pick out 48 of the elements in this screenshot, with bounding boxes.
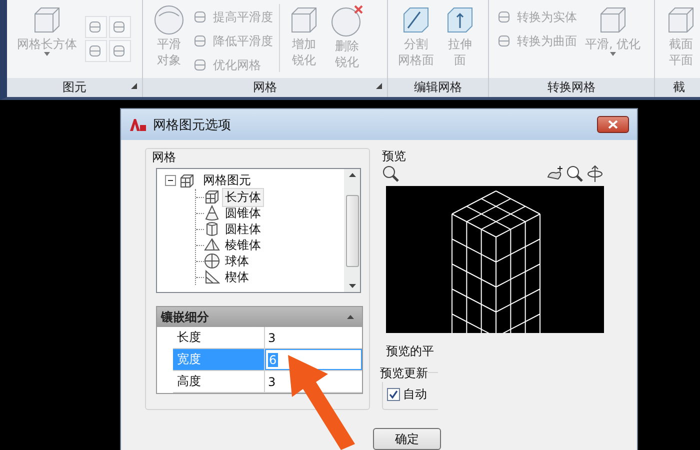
launcher-arrow-icon[interactable] bbox=[376, 83, 382, 89]
checkbox[interactable] bbox=[387, 388, 400, 401]
panel-title-text: 转换网格 bbox=[548, 79, 596, 96]
dropdown-caret-icon bbox=[44, 52, 50, 56]
tree-item[interactable]: 长方体 bbox=[222, 188, 264, 206]
section-title: 镶嵌细分 bbox=[161, 308, 209, 326]
cylinder-icon bbox=[204, 221, 220, 237]
checkbox-label: 自动 bbox=[403, 386, 427, 403]
section-header[interactable]: 镶嵌细分 bbox=[157, 307, 362, 327]
app-logo-icon bbox=[129, 118, 147, 132]
preview-viewport[interactable] bbox=[386, 186, 604, 333]
close-icon bbox=[608, 120, 618, 129]
pyramid-icon bbox=[204, 237, 220, 253]
zoom-extents-icon[interactable] bbox=[382, 165, 400, 183]
cone-icon bbox=[204, 205, 220, 221]
tree-item[interactable]: 棱锥体 bbox=[222, 236, 264, 254]
value-field[interactable]: 3 bbox=[265, 327, 362, 348]
sphere-icon bbox=[153, 4, 185, 36]
preview-label: 预览 bbox=[382, 148, 406, 165]
cube-icon bbox=[204, 189, 220, 205]
collapse-arrow-icon[interactable] bbox=[347, 315, 354, 319]
panel-title-text: 网格 bbox=[253, 79, 277, 96]
ok-button[interactable]: 确定 bbox=[373, 428, 441, 450]
value-field[interactable]: 3 bbox=[265, 371, 362, 392]
dropdown-caret-icon bbox=[610, 52, 616, 56]
scrollbar[interactable] bbox=[344, 169, 360, 292]
wedge-icon bbox=[204, 269, 220, 285]
cube-icon bbox=[179, 172, 195, 188]
scroll-up-icon[interactable] bbox=[348, 173, 356, 177]
tree-item[interactable]: 球体 bbox=[222, 252, 252, 270]
tree-item[interactable]: 楔体 bbox=[222, 268, 252, 286]
launcher-arrow-icon[interactable] bbox=[131, 83, 137, 89]
close-button[interactable] bbox=[597, 116, 629, 133]
tree-item[interactable]: 圆锥体 bbox=[222, 204, 264, 222]
preview-caption: 预览的平 bbox=[386, 343, 435, 360]
group-label: 预览更新 bbox=[380, 365, 428, 382]
tree-item[interactable]: 网格图元 bbox=[200, 171, 254, 190]
zoom-icon[interactable] bbox=[566, 165, 584, 183]
tree-item[interactable]: 圆柱体 bbox=[222, 220, 264, 238]
scroll-down-icon[interactable] bbox=[348, 284, 356, 288]
dialog-title: 网格图元选项 bbox=[153, 116, 232, 134]
panel-title-text: 截 bbox=[673, 79, 685, 96]
group-label: 网格 bbox=[152, 149, 176, 166]
property-name[interactable]: 宽度 bbox=[173, 349, 265, 370]
orbit-icon[interactable] bbox=[586, 165, 604, 183]
panel-title-text: 编辑网格 bbox=[414, 79, 462, 96]
collapse-toggle-icon[interactable] bbox=[165, 175, 176, 186]
panel-title-text: 图元 bbox=[62, 79, 86, 96]
